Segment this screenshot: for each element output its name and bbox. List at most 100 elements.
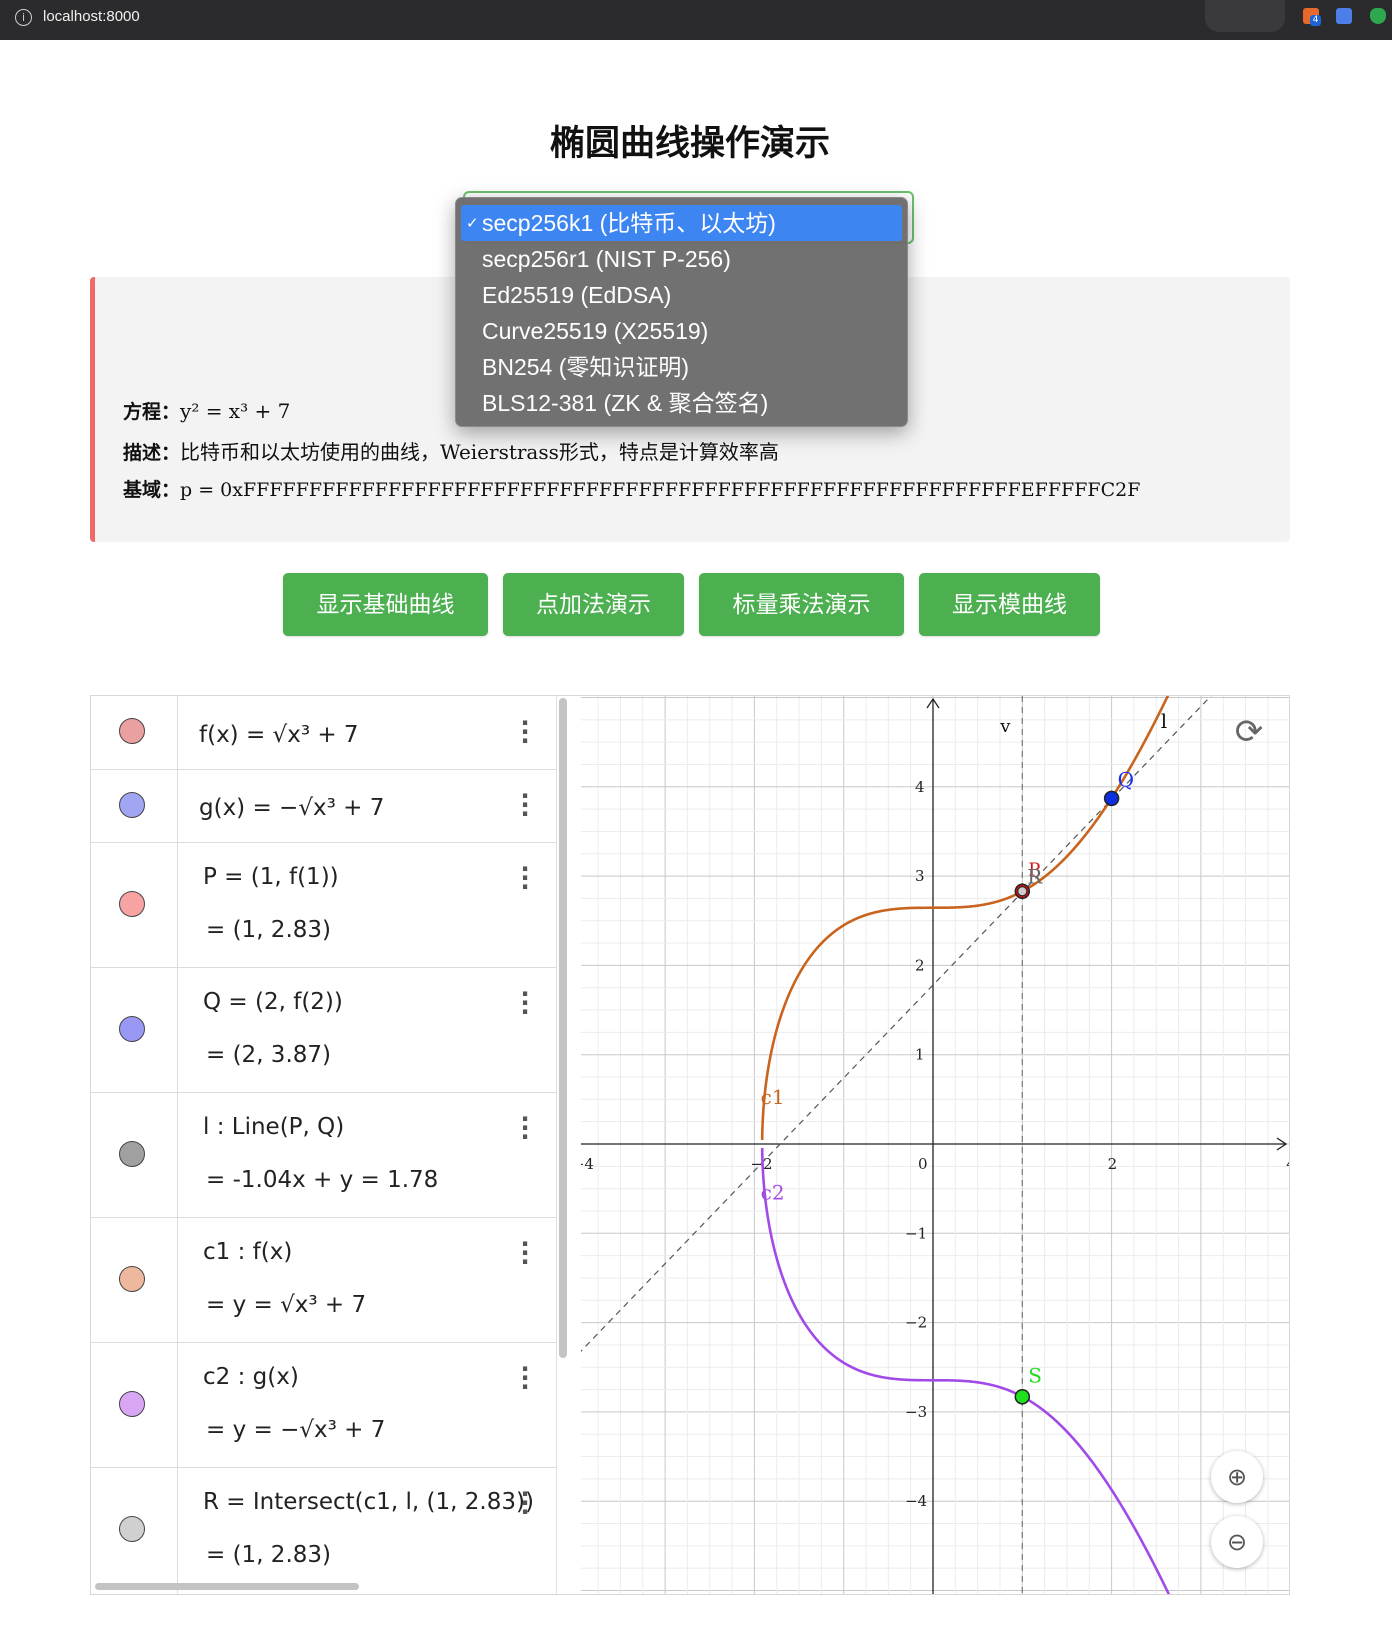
address-bar[interactable]: localhost:8000 bbox=[43, 8, 140, 25]
algebra-definition[interactable]: l : Line(P, Q) bbox=[203, 1114, 344, 1140]
algebra-row-c2[interactable]: c2 : g(x) = y = −√x³ + 7 · · · bbox=[91, 1342, 556, 1468]
equation-line: 方程：y² = x³ + 7 bbox=[123, 397, 290, 424]
refresh-icon[interactable]: ⟳ bbox=[1229, 712, 1269, 752]
extension-badge: 4 bbox=[1310, 15, 1321, 26]
x-tick-label: −4 bbox=[581, 1155, 594, 1173]
extension-shield-icon[interactable] bbox=[1370, 8, 1386, 24]
x-tick-label: 2 bbox=[1108, 1155, 1118, 1173]
column-divider bbox=[177, 1467, 178, 1594]
show-mod-curve-button[interactable]: 显示模曲线 bbox=[919, 573, 1100, 636]
column-divider bbox=[177, 842, 178, 967]
y-tick-label: 4 bbox=[915, 778, 925, 796]
algebra-definition[interactable]: c1 : f(x) bbox=[203, 1239, 292, 1265]
horizontal-scrollbar[interactable] bbox=[95, 1583, 359, 1590]
dropdown-option-bls12-381[interactable]: BLS12-381 (ZK & 聚合签名) bbox=[461, 385, 902, 421]
label-l: l bbox=[1161, 709, 1167, 733]
more-menu-icon[interactable]: · · · bbox=[518, 784, 532, 826]
action-buttons: 显示基础曲线 点加法演示 标量乘法演示 显示模曲线 bbox=[0, 573, 1392, 636]
algebra-value: = (1, 2.83) bbox=[206, 1542, 331, 1568]
graphics-canvas[interactable]: −4−20244321−1−2−3−4vlQPRSc1c2 bbox=[581, 696, 1289, 1594]
visibility-toggle[interactable] bbox=[119, 891, 145, 917]
more-menu-icon[interactable]: · · · bbox=[518, 711, 532, 753]
graphics-view[interactable]: −4−20244321−1−2−3−4vlQPRSc1c2 ⟳ ⊕ ⊖ bbox=[581, 696, 1289, 1594]
more-menu-icon[interactable]: · · · bbox=[518, 857, 532, 899]
description-value: 比特币和以太坊使用的曲线，Weierstrass形式，特点是计算效率高 bbox=[180, 440, 779, 464]
column-divider bbox=[177, 1342, 178, 1467]
checkmark-icon: ✓ bbox=[466, 214, 479, 232]
algebra-value: = (2, 3.87) bbox=[206, 1042, 331, 1068]
dropdown-option-curve25519[interactable]: Curve25519 (X25519) bbox=[461, 313, 902, 349]
visibility-toggle[interactable] bbox=[119, 1141, 145, 1167]
y-tick-label: 3 bbox=[915, 867, 925, 885]
more-menu-icon[interactable]: · · · bbox=[518, 1107, 532, 1149]
extension-translate-icon[interactable] bbox=[1336, 8, 1352, 24]
visibility-toggle[interactable] bbox=[119, 792, 145, 818]
more-menu-icon[interactable]: · · · bbox=[518, 1482, 532, 1524]
option-label: Ed25519 (EdDSA) bbox=[482, 282, 672, 308]
point-addition-button[interactable]: 点加法演示 bbox=[503, 573, 684, 636]
column-divider bbox=[177, 1092, 178, 1217]
visibility-toggle[interactable] bbox=[119, 1266, 145, 1292]
scalar-multiplication-button[interactable]: 标量乘法演示 bbox=[699, 573, 904, 636]
algebra-definition[interactable]: Q = (2, f(2)) bbox=[203, 989, 343, 1015]
show-base-curve-button[interactable]: 显示基础曲线 bbox=[283, 573, 488, 636]
option-label: secp256r1 (NIST P-256) bbox=[482, 246, 731, 272]
visibility-toggle[interactable] bbox=[119, 1516, 145, 1542]
algebra-definition[interactable]: P = (1, f(1)) bbox=[203, 864, 339, 890]
point-s bbox=[1014, 1388, 1031, 1405]
algebra-definition[interactable]: g(x) = −√x³ + 7 bbox=[199, 795, 384, 821]
vertical-scrollbar[interactable] bbox=[559, 698, 567, 1358]
field-label: 基域： bbox=[123, 479, 181, 501]
algebra-definition[interactable]: f(x) = √x³ + 7 bbox=[199, 722, 359, 748]
label-r: R bbox=[1027, 864, 1043, 888]
column-divider bbox=[177, 696, 178, 769]
zoom-out-icon[interactable]: ⊖ bbox=[1211, 1516, 1263, 1568]
dropdown-option-ed25519[interactable]: Ed25519 (EdDSA) bbox=[461, 277, 902, 313]
description-line: 描述：比特币和以太坊使用的曲线，Weierstrass形式，特点是计算效率高 bbox=[123, 436, 779, 465]
point-q bbox=[1103, 790, 1120, 807]
visibility-toggle[interactable] bbox=[119, 1391, 145, 1417]
page-title: 椭圆曲线操作演示 bbox=[549, 124, 830, 164]
x-tick-label: 0 bbox=[918, 1155, 928, 1173]
x-tick-label: 4 bbox=[1286, 1155, 1289, 1173]
algebra-row-c1[interactable]: c1 : f(x) = y = √x³ + 7 · · · bbox=[91, 1217, 556, 1343]
algebra-value: = y = −√x³ + 7 bbox=[206, 1417, 386, 1443]
label-s: S bbox=[1028, 1364, 1042, 1388]
curve-c1 bbox=[760, 696, 1170, 1141]
extensions-area bbox=[1205, 0, 1285, 32]
column-divider bbox=[177, 769, 178, 842]
algebra-view: f(x) = √x³ + 7 · · · g(x) = −√x³ + 7 · · · P… bbox=[91, 696, 557, 1594]
algebra-row-g[interactable]: g(x) = −√x³ + 7 · · · bbox=[91, 769, 556, 843]
label-q: Q bbox=[1118, 767, 1134, 791]
algebra-definition[interactable]: R = Intersect(c1, l, (1, 2.83)) bbox=[203, 1489, 534, 1515]
visibility-toggle[interactable] bbox=[119, 718, 145, 744]
dropdown-option-secp256k1[interactable]: ✓ secp256k1 (比特币、以太坊) bbox=[461, 205, 902, 241]
algebra-row-q[interactable]: Q = (2, f(2)) = (2, 3.87) · · · bbox=[91, 967, 556, 1093]
more-menu-icon[interactable]: · · · bbox=[518, 982, 532, 1024]
y-tick-label: −1 bbox=[905, 1224, 927, 1242]
more-menu-icon[interactable]: · · · bbox=[518, 1357, 532, 1399]
label-c1: c1 bbox=[761, 1085, 785, 1109]
algebra-row-r[interactable]: R = Intersect(c1, l, (1, 2.83)) = (1, 2.… bbox=[91, 1467, 556, 1594]
column-divider bbox=[177, 967, 178, 1092]
option-label: BLS12-381 (ZK & 聚合签名) bbox=[482, 390, 769, 416]
zoom-in-icon[interactable]: ⊕ bbox=[1211, 1451, 1263, 1503]
algebra-row-p[interactable]: P = (1, f(1)) = (1, 2.83) · · · bbox=[91, 842, 556, 968]
extension-fox-icon[interactable]: 4 bbox=[1303, 8, 1321, 26]
column-divider bbox=[177, 1217, 178, 1342]
y-tick-label: 2 bbox=[915, 956, 925, 974]
dropdown-option-bn254[interactable]: BN254 (零知识证明) bbox=[461, 349, 902, 385]
algebra-row-l[interactable]: l : Line(P, Q) = -1.04x + y = 1.78 · · · bbox=[91, 1092, 556, 1218]
dropdown-option-secp256r1[interactable]: secp256r1 (NIST P-256) bbox=[461, 241, 902, 277]
algebra-row-f[interactable]: f(x) = √x³ + 7 · · · bbox=[91, 696, 556, 770]
option-label: Curve25519 (X25519) bbox=[482, 318, 709, 344]
visibility-toggle[interactable] bbox=[119, 1016, 145, 1042]
label-v: v bbox=[999, 716, 1011, 737]
algebra-definition[interactable]: c2 : g(x) bbox=[203, 1364, 299, 1390]
field-line: 基域：p = 0xFFFFFFFFFFFFFFFFFFFFFFFFFFFFFFF… bbox=[123, 475, 1140, 502]
description-label: 描述： bbox=[123, 442, 181, 464]
site-info-icon[interactable]: i bbox=[15, 9, 32, 26]
more-menu-icon[interactable]: · · · bbox=[518, 1232, 532, 1274]
y-tick-label: 1 bbox=[915, 1046, 925, 1064]
y-tick-label: −4 bbox=[905, 1492, 927, 1510]
